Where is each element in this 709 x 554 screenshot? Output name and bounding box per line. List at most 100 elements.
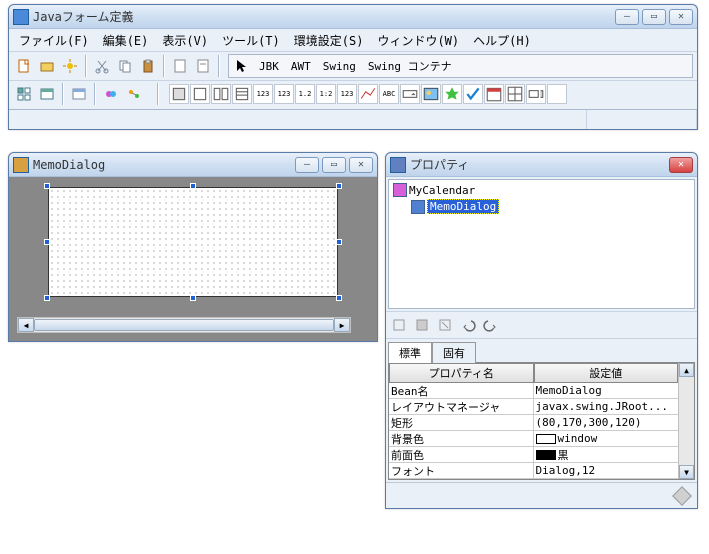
v-scrollbar[interactable]: ▲ ▼: [678, 363, 694, 479]
tool-bean2-icon[interactable]: [123, 83, 145, 105]
menu-tool[interactable]: ツール(T): [216, 30, 286, 51]
prop-tool-a-icon[interactable]: [388, 314, 410, 336]
scroll-right-icon[interactable]: ▶: [334, 318, 350, 332]
prop-tool-b-icon[interactable]: [411, 314, 433, 336]
properties-window: プロパティ ✕ MyCalendar MemoDialog 標準 固有 プロパテ…: [385, 152, 698, 509]
tool-cut-icon[interactable]: [91, 55, 113, 77]
tree-child[interactable]: MemoDialog: [391, 198, 692, 215]
property-value[interactable]: 黒: [534, 447, 679, 463]
scroll-thumb[interactable]: [34, 319, 334, 331]
comp-image-icon[interactable]: [421, 84, 441, 104]
property-value[interactable]: Dialog,12: [534, 464, 679, 477]
properties-titlebar[interactable]: プロパティ ✕: [386, 153, 697, 177]
properties-close-button[interactable]: ✕: [669, 157, 693, 173]
resize-handle-nw[interactable]: [44, 183, 50, 189]
comp-12a-icon[interactable]: 1.2: [295, 84, 315, 104]
scroll-up-icon[interactable]: ▲: [679, 363, 694, 377]
tool-doc-a-icon[interactable]: [169, 55, 191, 77]
palette-tab-swing[interactable]: Swing: [317, 58, 362, 75]
comp-check-icon[interactable]: [463, 84, 483, 104]
resize-handle-e[interactable]: [336, 239, 342, 245]
maximize-button[interactable]: ▭: [642, 9, 666, 25]
property-value[interactable]: window: [534, 432, 679, 445]
toolbar-row-1: JBK AWT Swing Swing コンテナ: [9, 51, 697, 80]
tab-standard[interactable]: 標準: [388, 342, 432, 363]
palette-tab-swing-container[interactable]: Swing コンテナ: [362, 56, 458, 76]
menu-window[interactable]: ウィンドウ(W): [371, 30, 465, 51]
resize-grip-icon[interactable]: [672, 486, 692, 506]
property-value[interactable]: MemoDialog: [534, 384, 679, 397]
component-tree[interactable]: MyCalendar MemoDialog: [388, 179, 695, 309]
comp-spin-icon[interactable]: [526, 84, 546, 104]
resize-handle-sw[interactable]: [44, 295, 50, 301]
comp-123a-icon[interactable]: 123: [253, 84, 273, 104]
child-maximize-button[interactable]: ▭: [322, 157, 346, 173]
scroll-down-icon[interactable]: ▼: [679, 465, 694, 479]
main-titlebar[interactable]: Javaフォーム定義 — ▭ ✕: [9, 5, 697, 29]
design-canvas[interactable]: [48, 187, 338, 297]
comp-12b-icon[interactable]: 1:2: [316, 84, 336, 104]
child-close-button[interactable]: ✕: [349, 157, 373, 173]
property-name: Bean名: [389, 383, 534, 399]
minimize-button[interactable]: —: [615, 9, 639, 25]
tool-open-icon[interactable]: [36, 55, 58, 77]
property-row[interactable]: Bean名MemoDialog: [389, 383, 678, 399]
menu-env[interactable]: 環境設定(S): [288, 30, 370, 51]
tool-new-icon[interactable]: [13, 55, 35, 77]
prop-undo-icon[interactable]: [457, 314, 479, 336]
menu-help[interactable]: ヘルプ(H): [467, 30, 537, 51]
property-row[interactable]: レイアウトマネージャjavax.swing.JRoot...: [389, 399, 678, 415]
tool-paste-icon[interactable]: [137, 55, 159, 77]
comp-chart-icon[interactable]: [358, 84, 378, 104]
col-header-value[interactable]: 設定値: [534, 363, 679, 383]
property-row[interactable]: フォントDialog,12: [389, 463, 678, 479]
property-row[interactable]: 前面色黒: [389, 447, 678, 463]
tab-specific[interactable]: 固有: [432, 342, 476, 363]
tool-grid-a-icon[interactable]: [13, 83, 35, 105]
resize-handle-w[interactable]: [44, 239, 50, 245]
comp-split-icon[interactable]: [211, 84, 231, 104]
comp-blank-icon[interactable]: [547, 84, 567, 104]
property-row[interactable]: 背景色window: [389, 431, 678, 447]
comp-list-icon[interactable]: [232, 84, 252, 104]
comp-abc-icon[interactable]: ABC: [379, 84, 399, 104]
resize-handle-s[interactable]: [190, 295, 196, 301]
palette-tab-awt[interactable]: AWT: [285, 58, 317, 75]
comp-grid-icon[interactable]: [505, 84, 525, 104]
property-row[interactable]: 矩形(80,170,300,120): [389, 415, 678, 431]
resize-handle-n[interactable]: [190, 183, 196, 189]
menu-edit[interactable]: 編集(E): [97, 30, 155, 51]
resize-handle-ne[interactable]: [336, 183, 342, 189]
tool-bean-icon[interactable]: [100, 83, 122, 105]
tool-doc-b-icon[interactable]: [192, 55, 214, 77]
prop-redo-icon[interactable]: [480, 314, 502, 336]
h-scrollbar[interactable]: ◀ ▶: [17, 317, 351, 333]
memodialog-titlebar[interactable]: MemoDialog — ▭ ✕: [9, 153, 377, 177]
tool-form-icon[interactable]: [68, 83, 90, 105]
resize-handle-se[interactable]: [336, 295, 342, 301]
comp-frame-icon[interactable]: [190, 84, 210, 104]
child-minimize-button[interactable]: —: [295, 157, 319, 173]
comp-calendar-icon[interactable]: [484, 84, 504, 104]
prop-tool-c-icon[interactable]: [434, 314, 456, 336]
property-tabs: 標準 固有: [386, 339, 697, 362]
tool-window-icon[interactable]: [36, 83, 58, 105]
tool-burst-icon[interactable]: [59, 55, 81, 77]
tree-root[interactable]: MyCalendar: [391, 182, 692, 198]
scroll-left-icon[interactable]: ◀: [18, 318, 34, 332]
property-value[interactable]: (80,170,300,120): [534, 416, 679, 429]
comp-123c-icon[interactable]: 123: [337, 84, 357, 104]
pointer-icon[interactable]: [231, 55, 253, 77]
tool-copy-icon[interactable]: [114, 55, 136, 77]
palette-tab-jbk[interactable]: JBK: [253, 58, 285, 75]
property-value-text: Dialog,12: [536, 464, 596, 477]
menu-file[interactable]: ファイル(F): [13, 30, 95, 51]
comp-123b-icon[interactable]: 123: [274, 84, 294, 104]
comp-panel-icon[interactable]: [169, 84, 189, 104]
comp-combo-icon[interactable]: [400, 84, 420, 104]
close-button[interactable]: ✕: [669, 9, 693, 25]
menu-view[interactable]: 表示(V): [156, 30, 214, 51]
property-value[interactable]: javax.swing.JRoot...: [534, 400, 679, 413]
col-header-name[interactable]: プロパティ名: [389, 363, 534, 383]
comp-star-icon[interactable]: [442, 84, 462, 104]
